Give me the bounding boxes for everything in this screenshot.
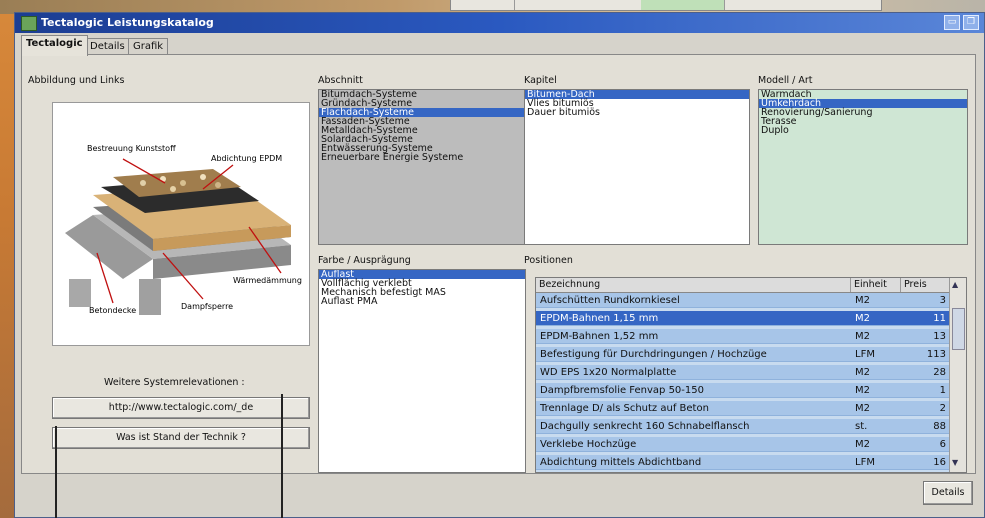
cell-einheit: M2 — [855, 403, 870, 414]
diagram-label: Abdichtung EPDM — [211, 154, 282, 163]
image-section-label: Abbildung und Links — [28, 75, 125, 86]
minimize-button[interactable]: ▭ — [944, 15, 960, 30]
column-header-bezeichnung[interactable]: Bezeichnung — [536, 278, 851, 292]
gravel-stone — [215, 182, 221, 188]
app-icon — [21, 16, 37, 31]
diagram-label: Betondecke — [89, 306, 136, 315]
gravel-stone — [180, 180, 186, 186]
table-row[interactable]: Trennlage D/ als Schutz auf Beton M2 2 — [536, 401, 950, 416]
scroll-up-arrow-icon[interactable]: ▲ — [952, 280, 958, 289]
cell-bezeichnung: Dachgully senkrecht 160 Schnabelflansch — [540, 421, 750, 432]
cell-bezeichnung: Verklebe Hochzüge — [540, 439, 637, 450]
cell-preis: 13 — [933, 331, 946, 342]
cell-einheit: LFM — [855, 349, 875, 360]
kapitel-label: Kapitel — [524, 75, 557, 86]
cell-einheit: M2 — [855, 331, 870, 342]
gravel-stone — [140, 180, 146, 186]
cell-preis: 1 — [939, 385, 946, 396]
roof-cross-section-image: Bestreuung Kunststoff Abdichtung EPDM Wä… — [52, 102, 310, 346]
cell-preis: 6 — [939, 439, 946, 450]
cell-preis: 11 — [933, 313, 946, 324]
restore-button[interactable]: ❐ — [963, 15, 979, 30]
table-row[interactable]: WD EPS 1x20 Normalplatte M2 28 — [536, 365, 950, 380]
modell-label: Modell / Art — [758, 75, 813, 86]
cell-preis: 88 — [933, 421, 946, 432]
positionen-table[interactable]: Bezeichnung Einheit Preis Aufschütten Ru… — [535, 277, 967, 473]
annotation-pointer-line — [281, 394, 283, 518]
tab-panel: Abbildung und Links Bestreuung Kunststof… — [21, 54, 976, 474]
table-row[interactable]: Dachgully senkrecht 160 Schnabelflansch s… — [536, 419, 950, 434]
background-window-cell — [451, 0, 515, 10]
cell-einheit: LFM — [855, 457, 875, 468]
cell-bezeichnung: Abdichtung mittels Abdichtband — [540, 457, 702, 468]
cell-preis: 2 — [939, 403, 946, 414]
cell-einheit: st. — [855, 421, 868, 432]
table-row[interactable]: Abdichtung mittels Abdichtband LFM 16 — [536, 455, 950, 470]
roof-diagram: Bestreuung Kunststoff Abdichtung EPDM Wä… — [65, 144, 302, 315]
cell-preis: 113 — [926, 349, 946, 360]
table-header: Bezeichnung Einheit Preis — [536, 278, 950, 293]
background-window — [450, 0, 882, 11]
cell-preis: 28 — [933, 367, 946, 378]
cell-bezeichnung: EPDM-Bahnen 1,52 mm — [540, 331, 659, 342]
main-window: Tectalogic Leistungskatalog ▭ ❐ Tectalog… — [14, 12, 985, 518]
tab-tectalogic[interactable]: Tectalogic — [21, 35, 88, 56]
cell-einheit: M2 — [855, 367, 870, 378]
tab-grafik[interactable]: Grafik — [128, 38, 169, 55]
table-row[interactable]: EPDM-Bahnen 1,52 mm M2 13 — [536, 329, 950, 344]
cell-bezeichnung: Aufschütten Rundkornkiesel — [540, 295, 680, 306]
scroll-down-arrow-icon[interactable]: ▼ — [952, 458, 958, 467]
cell-bezeichnung: WD EPS 1x20 Normalplatte — [540, 367, 677, 378]
cell-einheit: M2 — [855, 295, 870, 306]
list-item[interactable]: Duplo — [759, 126, 967, 136]
tectalogic-link-button[interactable]: http://www.tectalogic.com/_de — [52, 397, 310, 419]
list-item[interactable]: Dauer bitumiös — [525, 108, 749, 118]
diagram-label: Wärmedämmung — [233, 276, 302, 285]
window-title: Tectalogic Leistungskatalog — [41, 16, 214, 29]
support-beam — [69, 279, 91, 307]
details-button[interactable]: Details — [923, 481, 973, 505]
state-of-art-button[interactable]: Was ist Stand der Technik ? — [52, 427, 310, 449]
tab-details[interactable]: Details — [85, 38, 130, 55]
annotation-pointer-line — [55, 426, 57, 518]
cell-preis: 16 — [933, 457, 946, 468]
abschnitt-label: Abschnitt — [318, 75, 363, 86]
farbe-listbox[interactable]: Auflast Vollflächig verklebt Mechanisch be… — [318, 269, 526, 473]
background-window-cell — [641, 0, 725, 10]
kapitel-listbox[interactable]: Bitumen-Dach Vlies bitumiös Dauer bitumiös — [524, 89, 750, 245]
cell-einheit: M2 — [855, 439, 870, 450]
list-item[interactable]: Erneuerbare Energie Systeme — [319, 153, 525, 163]
table-row[interactable]: Dampfbremsfolie Fenvap 50-150 M2 1 — [536, 383, 950, 398]
farbe-label: Farbe / Ausprägung — [318, 255, 411, 266]
table-row[interactable]: Verklebe Hochzüge M2 6 — [536, 437, 950, 452]
cell-einheit: M2 — [855, 385, 870, 396]
table-row[interactable]: Aufschütten Rundkornkiesel M2 3 — [536, 293, 950, 308]
title-bar[interactable]: Tectalogic Leistungskatalog ▭ ❐ — [15, 13, 984, 33]
list-item[interactable]: Terasse — [759, 117, 967, 127]
more-systems-label: Weitere Systemrelevationen : — [104, 377, 245, 388]
table-row[interactable]: Befestigung für Durchdringungen / Hochzü… — [536, 347, 950, 362]
table-row[interactable]: EPDM-Bahnen 1,15 mm M2 11 — [536, 311, 950, 326]
abschnitt-listbox[interactable]: Bitumdach-Systeme Gründach-Systeme Flachda… — [318, 89, 526, 245]
diagram-label: Bestreuung Kunststoff — [87, 144, 176, 153]
cell-einheit: M2 — [855, 313, 870, 324]
cell-bezeichnung: Befestigung für Durchdringungen / Hochzü… — [540, 349, 767, 360]
column-header-einheit[interactable]: Einheit — [851, 278, 901, 292]
positionen-label: Positionen — [524, 255, 573, 266]
background-window-cell — [511, 0, 645, 10]
cell-bezeichnung: Dampfbremsfolie Fenvap 50-150 — [540, 385, 704, 396]
scroll-thumb[interactable] — [952, 308, 965, 350]
column-header-preis[interactable]: Preis — [901, 278, 950, 292]
list-item[interactable]: Auflast PMA — [319, 297, 525, 307]
cell-bezeichnung: Trennlage D/ als Schutz auf Beton — [540, 403, 709, 414]
diagram-label: Dampfsperre — [181, 302, 233, 311]
gravel-stone — [200, 174, 206, 180]
gravel-stone — [170, 186, 176, 192]
support-beam — [139, 279, 161, 315]
table-scrollbar[interactable]: ▲ ▼ — [949, 278, 966, 472]
cell-preis: 3 — [939, 295, 946, 306]
modell-listbox[interactable]: Warmdach Umkehrdach Renovierung/Sanierung T… — [758, 89, 968, 245]
cell-bezeichnung: EPDM-Bahnen 1,15 mm — [540, 313, 659, 324]
